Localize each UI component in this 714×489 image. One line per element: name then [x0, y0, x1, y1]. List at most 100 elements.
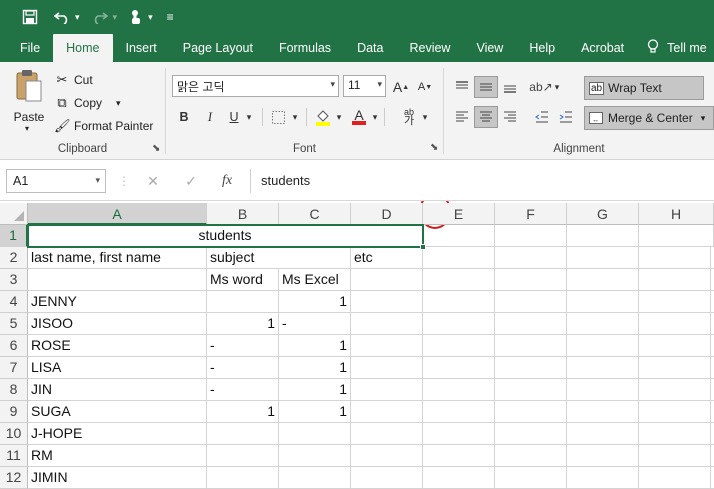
- top-align-icon[interactable]: [450, 76, 474, 98]
- copy-dropdown-icon[interactable]: ▾: [116, 98, 121, 109]
- cell-d8[interactable]: [351, 379, 423, 401]
- tab-data[interactable]: Data: [344, 34, 396, 62]
- row-header-7[interactable]: 7: [0, 357, 28, 379]
- decrease-indent-icon[interactable]: [530, 106, 554, 128]
- cell-d7[interactable]: [351, 357, 423, 379]
- cell-a10[interactable]: J-HOPE: [28, 423, 207, 445]
- copy-button[interactable]: ⧉ Copy ▾: [54, 93, 121, 113]
- cell-b3[interactable]: Ms word: [207, 269, 279, 291]
- cell-d12[interactable]: [351, 467, 423, 489]
- fill-color-dropdown-icon[interactable]: ▾: [334, 106, 344, 128]
- clipboard-dialog-launcher-icon[interactable]: ⬊: [152, 143, 160, 154]
- cell-b6[interactable]: -: [207, 335, 279, 357]
- phonetic-dropdown-icon[interactable]: ▾: [420, 106, 430, 128]
- save-icon[interactable]: [18, 3, 42, 31]
- align-left-icon[interactable]: [450, 106, 474, 128]
- column-header-b[interactable]: B: [207, 203, 279, 225]
- tab-help[interactable]: Help: [516, 34, 568, 62]
- touch-dropdown-icon[interactable]: ▾: [148, 12, 153, 23]
- row-header-2[interactable]: 2: [0, 247, 28, 269]
- column-header-f[interactable]: F: [495, 203, 567, 225]
- merge-dropdown-icon[interactable]: ▾: [701, 113, 706, 124]
- borders-icon[interactable]: [270, 106, 286, 128]
- orientation-dropdown-icon[interactable]: ▾: [552, 76, 562, 98]
- merge-center-button[interactable]: ↔ Merge & Center ▾: [584, 106, 714, 130]
- tab-view[interactable]: View: [463, 34, 516, 62]
- redo-icon[interactable]: [88, 3, 112, 31]
- underline-button[interactable]: U: [226, 106, 242, 128]
- redo-dropdown-icon[interactable]: ▾: [113, 12, 118, 23]
- underline-dropdown-icon[interactable]: ▾: [244, 106, 254, 128]
- undo-icon[interactable]: [50, 3, 74, 31]
- cancel-entry-icon[interactable]: ✕: [140, 169, 166, 193]
- cell-a5[interactable]: JISOO: [28, 313, 207, 335]
- cell-f1[interactable]: [495, 225, 567, 247]
- more-options-icon[interactable]: ⋮: [118, 169, 130, 193]
- font-dialog-launcher-icon[interactable]: ⬊: [430, 142, 438, 153]
- cell-c3[interactable]: Ms Excel: [279, 269, 351, 291]
- insert-function-button[interactable]: fx: [214, 169, 240, 193]
- row-header-11[interactable]: 11: [0, 445, 28, 467]
- tab-review[interactable]: Review: [396, 34, 463, 62]
- wrap-text-button[interactable]: ab Wrap Text: [584, 76, 704, 100]
- fill-handle[interactable]: [420, 244, 426, 250]
- tell-me-search[interactable]: Tell me: [637, 34, 714, 62]
- cell-d3[interactable]: [351, 269, 423, 291]
- column-header-h[interactable]: H: [639, 203, 714, 225]
- borders-dropdown-icon[interactable]: ▾: [290, 106, 300, 128]
- cell-d6[interactable]: [351, 335, 423, 357]
- increase-indent-icon[interactable]: [554, 106, 578, 128]
- formula-input[interactable]: students: [250, 169, 714, 193]
- cell-e1[interactable]: [423, 225, 495, 247]
- middle-align-icon[interactable]: [474, 76, 498, 98]
- cell-b5[interactable]: 1: [207, 313, 279, 335]
- row-header-10[interactable]: 10: [0, 423, 28, 445]
- row-header-9[interactable]: 9: [0, 401, 28, 423]
- cell-h1[interactable]: [639, 225, 714, 247]
- cell-a2[interactable]: last name, first name: [28, 247, 207, 269]
- paste-dropdown-icon[interactable]: ▾: [25, 124, 29, 133]
- fill-color-icon[interactable]: [314, 106, 332, 128]
- tab-acrobat[interactable]: Acrobat: [568, 34, 637, 62]
- bottom-align-icon[interactable]: [498, 76, 522, 98]
- cell-b7[interactable]: -: [207, 357, 279, 379]
- font-name-select[interactable]: 맑은 고딕 ▾: [172, 75, 339, 97]
- tab-page-layout[interactable]: Page Layout: [170, 34, 266, 62]
- row-header-1[interactable]: 1: [0, 225, 28, 247]
- cell-a8[interactable]: JIN: [28, 379, 207, 401]
- confirm-entry-icon[interactable]: ✓: [178, 169, 204, 193]
- phonetic-guide-icon[interactable]: ab 가: [400, 106, 418, 128]
- row-header-6[interactable]: 6: [0, 335, 28, 357]
- cell-d2[interactable]: etc: [351, 247, 423, 269]
- orientation-icon[interactable]: ab↗: [529, 76, 552, 98]
- cell-c8[interactable]: 1: [279, 379, 351, 401]
- cell-a12[interactable]: JIMIN: [28, 467, 207, 489]
- row-header-3[interactable]: 3: [0, 269, 28, 291]
- customize-qat-icon[interactable]: ≡: [163, 3, 178, 31]
- cell-c2[interactable]: [279, 247, 351, 269]
- cell-c12[interactable]: [279, 467, 351, 489]
- column-header-c[interactable]: C: [279, 203, 351, 225]
- row-header-4[interactable]: 4: [0, 291, 28, 313]
- cell-a11[interactable]: RM: [28, 445, 207, 467]
- cell-c5[interactable]: -: [279, 313, 351, 335]
- font-color-icon[interactable]: A: [350, 106, 368, 128]
- cell-d9[interactable]: [351, 401, 423, 423]
- cell-a3[interactable]: [28, 269, 207, 291]
- font-color-dropdown-icon[interactable]: ▾: [370, 106, 380, 128]
- cell-c9[interactable]: 1: [279, 401, 351, 423]
- cell-b12[interactable]: [207, 467, 279, 489]
- cell-a9[interactable]: SUGA: [28, 401, 207, 423]
- cell-a7[interactable]: LISA: [28, 357, 207, 379]
- cell-b9[interactable]: 1: [207, 401, 279, 423]
- increase-font-size-icon[interactable]: A ▲: [392, 76, 410, 98]
- bold-button[interactable]: B: [176, 106, 192, 128]
- cell-b11[interactable]: [207, 445, 279, 467]
- row-header-5[interactable]: 5: [0, 313, 28, 335]
- cut-button[interactable]: ✂ Cut: [54, 70, 93, 90]
- decrease-font-size-icon[interactable]: A ▼: [416, 76, 434, 98]
- cell-c7[interactable]: 1: [279, 357, 351, 379]
- select-all-button[interactable]: [0, 203, 28, 225]
- row-header-8[interactable]: 8: [0, 379, 28, 401]
- cell-a6[interactable]: ROSE: [28, 335, 207, 357]
